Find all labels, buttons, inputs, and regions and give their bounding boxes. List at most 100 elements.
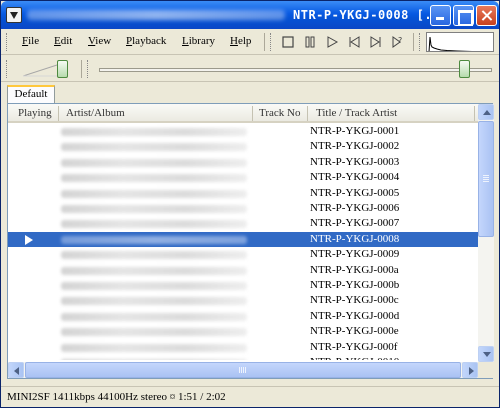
artist-album-blurred [61, 251, 247, 260]
artist-album-blurred [61, 312, 247, 321]
artist-album-blurred [61, 128, 247, 136]
menu-library[interactable]: Library [182, 35, 215, 47]
close-button[interactable] [476, 5, 497, 26]
column-divider[interactable] [474, 106, 475, 121]
track-title: NTR-P-YKGJ-0003 [310, 155, 400, 168]
play-icon [327, 36, 339, 48]
next-button[interactable] [369, 35, 383, 49]
track-title: NTR-P-YKGJ-0007 [310, 217, 400, 230]
artist-album-blurred [61, 328, 247, 337]
menu-edit[interactable]: Edit [54, 35, 72, 47]
table-row[interactable]: NTR-P-YKGJ-000b [8, 278, 478, 293]
stop-button[interactable] [281, 35, 295, 49]
artist-album-blurred [61, 359, 247, 360]
status-text: MINI2SF 1411kbps 44100Hz stereo ¤ 1:51 /… [7, 391, 226, 403]
random-button[interactable]: ? [391, 35, 405, 49]
column-playing[interactable]: Playing [18, 107, 52, 119]
table-row[interactable]: NTR-P-YKGJ-0010 [8, 355, 478, 360]
table-row[interactable]: NTR-P-YKGJ-0003 [8, 155, 478, 170]
seek-thumb[interactable] [459, 60, 470, 78]
menu-view[interactable]: View [88, 35, 111, 47]
tab-default[interactable]: Default [7, 85, 55, 103]
table-row[interactable]: NTR-P-YKGJ-000c [8, 293, 478, 308]
toolbar-grip[interactable] [270, 33, 273, 51]
player-window: NTR-P-YKGJ-0008 [... File Edit View Play… [0, 0, 500, 408]
visualizer-grip[interactable] [419, 33, 422, 51]
vertical-scroll-thumb[interactable] [478, 121, 494, 237]
maximize-button[interactable] [453, 5, 474, 26]
menu-playback[interactable]: Playback [126, 35, 166, 47]
table-row[interactable]: NTR-P-YKGJ-000e [8, 324, 478, 339]
seek-separator [81, 60, 82, 78]
track-title: NTR-P-YKGJ-000d [310, 309, 400, 322]
table-row[interactable]: NTR-P-YKGJ-0005 [8, 186, 478, 201]
playlist-view[interactable]: Playing Artist/Album Track No Title / Tr… [7, 103, 494, 379]
table-row[interactable]: NTR-P-YKGJ-0006 [8, 201, 478, 216]
track-title: NTR-P-YKGJ-0001 [310, 125, 400, 137]
menu-grip[interactable] [6, 33, 9, 51]
window-title: NTR-P-YKGJ-0008 [... [293, 8, 448, 22]
svg-text:?: ? [398, 36, 402, 45]
column-divider[interactable] [252, 106, 253, 121]
scroll-corner [478, 362, 494, 378]
horizontal-scrollbar[interactable] [8, 362, 478, 378]
track-title: NTR-P-YKGJ-000f [310, 340, 398, 353]
playlist-rows: NTR-P-YKGJ-0001 NTR-P-YKGJ-0002 NTR-P-YKGJ… [8, 124, 478, 360]
column-divider[interactable] [58, 106, 59, 121]
column-divider[interactable] [307, 106, 308, 121]
title-bar[interactable]: NTR-P-YKGJ-0008 [... [1, 1, 499, 29]
minimize-button[interactable] [430, 5, 451, 26]
artist-album-blurred [61, 266, 247, 275]
title-blurred-text [27, 10, 285, 20]
volume-grip[interactable] [6, 60, 9, 78]
scroll-left-button[interactable] [8, 362, 24, 378]
pause-button[interactable] [303, 35, 317, 49]
menu-file[interactable]: File [22, 35, 39, 47]
spectrum-visualizer[interactable] [426, 32, 494, 52]
artist-album-blurred [61, 189, 247, 198]
artist-album-blurred [61, 282, 247, 290]
track-title: NTR-P-YKGJ-0010 [310, 356, 399, 360]
scroll-down-button[interactable] [478, 346, 494, 362]
column-track-no[interactable]: Track No [259, 107, 300, 119]
track-title: NTR-P-YKGJ-000b [310, 279, 400, 291]
seek-grip[interactable] [87, 60, 90, 78]
horizontal-scroll-thumb[interactable] [25, 362, 461, 378]
seek-slider[interactable] [99, 60, 492, 78]
track-title: NTR-P-YKGJ-000e [310, 325, 399, 338]
status-bar: MINI2SF 1411kbps 44100Hz stereo ¤ 1:51 /… [1, 386, 499, 408]
column-title[interactable]: Title / Track Artist [316, 107, 397, 119]
table-row[interactable]: NTR-P-YKGJ-000a [8, 263, 478, 278]
scroll-up-button[interactable] [478, 104, 494, 120]
play-button[interactable] [325, 35, 339, 49]
previous-button[interactable] [347, 35, 361, 49]
volume-slider[interactable] [22, 60, 68, 78]
now-playing-icon [25, 234, 33, 245]
track-title: NTR-P-YKGJ-000a [310, 263, 399, 276]
table-row[interactable]: NTR-P-YKGJ-0008 [8, 231, 478, 248]
table-row[interactable]: NTR-P-YKGJ-0007 [8, 216, 478, 231]
column-header: Playing Artist/Album Track No Title / Tr… [8, 104, 478, 123]
artist-album-blurred [61, 220, 247, 229]
track-title: NTR-P-YKGJ-0005 [310, 186, 400, 199]
table-row[interactable]: NTR-P-YKGJ-0001 [8, 124, 478, 139]
track-title: NTR-P-YKGJ-0002 [310, 140, 400, 153]
artist-album-blurred [61, 297, 247, 306]
table-row[interactable]: NTR-P-YKGJ-0009 [8, 247, 478, 262]
track-title: NTR-P-YKGJ-0008 [310, 232, 400, 245]
next-icon [370, 36, 381, 48]
toolbar-separator [413, 33, 414, 51]
table-row[interactable]: NTR-P-YKGJ-000f [8, 340, 478, 355]
table-row[interactable]: NTR-P-YKGJ-0002 [8, 139, 478, 154]
app-icon[interactable] [6, 7, 22, 23]
table-row[interactable]: NTR-P-YKGJ-000d [8, 309, 478, 324]
scroll-right-button[interactable] [462, 362, 478, 378]
menu-bar: File Edit View Playback Library Help ? [1, 29, 499, 55]
volume-thumb[interactable] [57, 60, 68, 78]
vertical-scrollbar[interactable] [478, 104, 494, 362]
menu-separator [264, 33, 265, 51]
column-artist-album[interactable]: Artist/Album [66, 107, 125, 119]
track-title: NTR-P-YKGJ-0004 [310, 171, 400, 184]
menu-help[interactable]: Help [230, 35, 251, 47]
table-row[interactable]: NTR-P-YKGJ-0004 [8, 170, 478, 185]
